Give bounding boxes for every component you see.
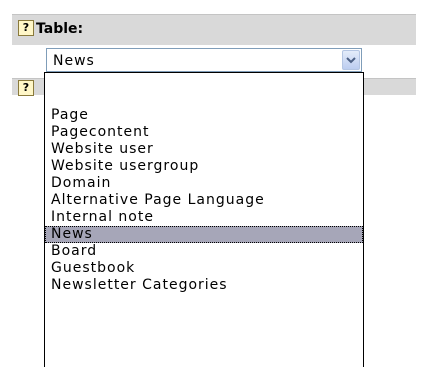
dropdown-option-empty[interactable] [45,73,363,107]
dropdown-option[interactable]: Guestbook [45,260,363,277]
table-select-value: News [53,53,95,69]
dropdown-option-selected[interactable]: News [45,226,363,243]
dropdown-option[interactable]: Internal note [45,209,363,226]
form-panel: ? Table: ? News Page Pagecontent Website… [0,0,428,367]
table-field-label: Table: [36,21,84,37]
dropdown-arrow-button[interactable] [342,50,360,70]
dropdown-option[interactable]: Website user [45,141,363,158]
chevron-down-icon [346,57,356,64]
dropdown-option[interactable]: Board [45,243,363,260]
table-select[interactable]: News [46,48,362,72]
dropdown-option[interactable]: Pagecontent [45,124,363,141]
dropdown-option[interactable]: Website usergroup [45,158,363,175]
help-icon-next[interactable]: ? [18,80,34,96]
help-icon[interactable]: ? [18,20,34,36]
dropdown-option[interactable]: Page [45,107,363,124]
dropdown-option[interactable]: Newsletter Categories [45,277,363,294]
dropdown-option[interactable]: Alternative Page Language [45,192,363,209]
dropdown-option[interactable]: Domain [45,175,363,192]
table-dropdown-list[interactable]: Page Pagecontent Website user Website us… [44,72,364,367]
